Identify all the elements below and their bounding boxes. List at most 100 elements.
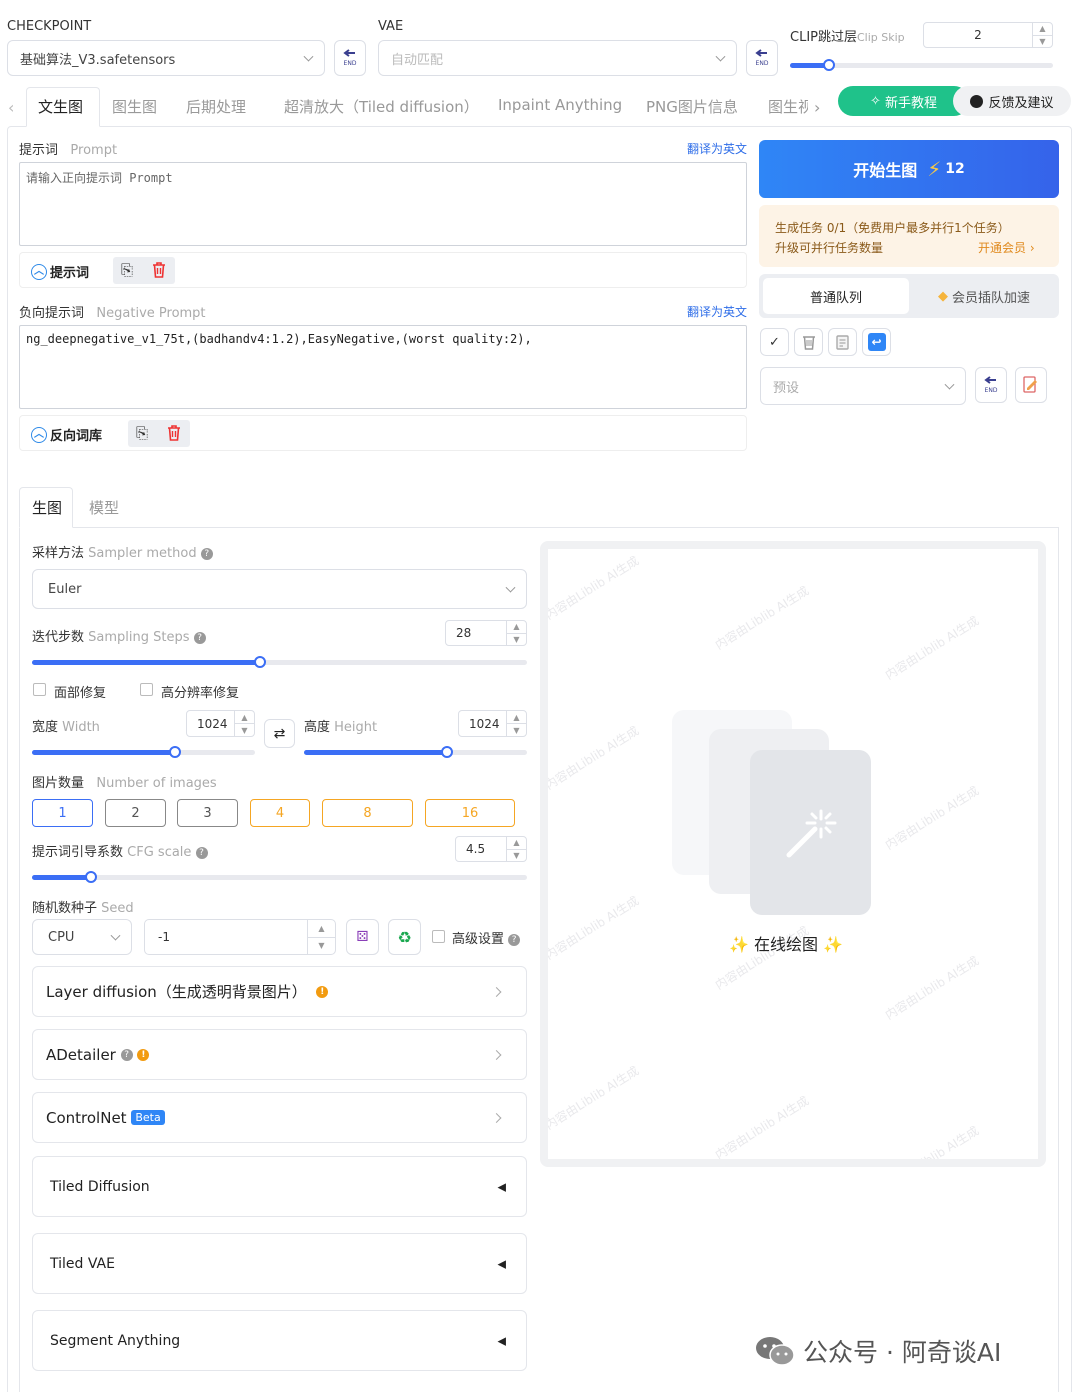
queue-normal-option[interactable]: 普通队列 bbox=[763, 278, 909, 314]
batch-option-1[interactable]: 1 bbox=[32, 799, 93, 827]
cfg-slider[interactable] bbox=[32, 875, 527, 880]
upgrade-text: 升级可并行任务数量 bbox=[775, 241, 884, 255]
tabs-scroll-right-icon[interactable]: › bbox=[814, 98, 820, 117]
batch-option-2[interactable]: 2 bbox=[105, 799, 166, 827]
watermark: 内容由Liblib AI生成 bbox=[542, 553, 642, 623]
cfg-slider-knob[interactable] bbox=[85, 871, 97, 883]
help-icon: ? bbox=[120, 1048, 133, 1061]
decrement-icon[interactable]: ▼ bbox=[235, 723, 254, 736]
vip-link[interactable]: 开通会员 › bbox=[978, 239, 1035, 256]
negative-toggle[interactable]: ︿ 反向词库 bbox=[31, 425, 102, 444]
seed-device-select[interactable]: CPU bbox=[32, 919, 132, 955]
steps-slider-knob[interactable] bbox=[254, 656, 266, 668]
decrement-icon[interactable]: ▼ bbox=[507, 848, 526, 862]
cfg-input[interactable]: 4.5 ▲ ▼ bbox=[455, 836, 527, 862]
checkpoint-end-button[interactable]: END bbox=[334, 40, 366, 76]
batch-option-8[interactable]: 8 bbox=[322, 799, 413, 827]
prompt-textarea[interactable]: 请输入正向提示词 Prompt bbox=[19, 162, 747, 246]
reuse-seed-button[interactable]: ♻ bbox=[388, 919, 421, 955]
negative-translate-link[interactable]: 翻译为英文 bbox=[687, 303, 747, 320]
chevron-down-icon bbox=[505, 582, 516, 593]
width-slider-knob[interactable] bbox=[169, 746, 181, 758]
feedback-button[interactable]: 反馈及建议 bbox=[953, 86, 1071, 116]
negative-prompt-textarea[interactable]: ng_deepnegative_v1_75t,(badhandv4:1.2),E… bbox=[19, 325, 747, 409]
clear-button[interactable] bbox=[794, 328, 823, 356]
tab-img2img[interactable]: 图生图 bbox=[112, 96, 157, 117]
clipboard-button[interactable] bbox=[828, 328, 857, 356]
preset-end-button[interactable]: END bbox=[975, 367, 1007, 403]
tab-postprocess[interactable]: 后期处理 bbox=[186, 96, 246, 117]
batch-option-16[interactable]: 16 bbox=[425, 799, 515, 827]
tiled-diffusion-panel[interactable]: Tiled Diffusion ◀ bbox=[32, 1156, 527, 1217]
sampler-select[interactable]: Euler bbox=[32, 569, 527, 609]
clip-skip-input[interactable]: 2 ▲ ▼ bbox=[923, 22, 1053, 48]
trash-icon[interactable] bbox=[152, 261, 166, 278]
trash-icon[interactable] bbox=[167, 424, 181, 441]
clip-skip-stepper[interactable]: ▲ ▼ bbox=[1032, 23, 1052, 47]
decrement-icon[interactable]: ▼ bbox=[308, 936, 335, 955]
clip-skip-slider-knob[interactable] bbox=[823, 59, 835, 71]
cfg-stepper[interactable]: ▲ ▼ bbox=[506, 837, 526, 861]
increment-icon[interactable]: ▲ bbox=[507, 837, 526, 849]
subtab-model[interactable]: 模型 bbox=[89, 497, 119, 518]
face-fix-checkbox[interactable] bbox=[33, 683, 46, 696]
layer-diffusion-panel[interactable]: Layer diffusion（生成透明背景图片） ! bbox=[32, 966, 527, 1017]
chat-bubble-icon bbox=[970, 94, 984, 108]
batch-option-3[interactable]: 3 bbox=[177, 799, 238, 827]
height-input[interactable]: 1024 ▲ ▼ bbox=[458, 710, 527, 737]
tabs-scroll-left-icon[interactable]: ‹ bbox=[8, 98, 14, 117]
watermark: 内容由Liblib AI生成 bbox=[542, 1063, 642, 1133]
chevron-up-icon: ︿ bbox=[31, 426, 47, 443]
subtab-generate[interactable]: 生图 bbox=[32, 497, 62, 518]
batch-option-4[interactable]: 4 bbox=[250, 799, 310, 827]
queue-vip-option[interactable]: ◆ 会员插队加速 bbox=[913, 278, 1055, 314]
end-arrow-icon: END bbox=[343, 49, 357, 67]
height-stepper[interactable]: ▲ ▼ bbox=[506, 711, 526, 736]
increment-icon[interactable]: ▲ bbox=[507, 711, 526, 723]
copy-icon[interactable]: ⎘ bbox=[121, 261, 133, 279]
seed-stepper[interactable]: ▲ ▼ bbox=[307, 920, 335, 954]
restore-button[interactable]: ↩ bbox=[862, 328, 891, 356]
prompt-translate-link[interactable]: 翻译为英文 bbox=[687, 140, 747, 157]
copy-icon[interactable]: ⎘ bbox=[136, 424, 148, 442]
seed-input[interactable]: -1 ▲ ▼ bbox=[144, 919, 336, 955]
watermark: 内容由Liblib AI生成 bbox=[712, 583, 812, 653]
swap-dimensions-button[interactable]: ⇄ bbox=[264, 719, 295, 748]
decrement-icon[interactable]: ▼ bbox=[507, 723, 526, 736]
height-slider-knob[interactable] bbox=[441, 746, 453, 758]
generate-button[interactable]: 开始生图 ⚡ 12 bbox=[759, 140, 1059, 198]
hires-fix-checkbox[interactable] bbox=[140, 683, 153, 696]
height-slider-fill bbox=[304, 750, 447, 755]
controlnet-panel[interactable]: ControlNet Beta bbox=[32, 1092, 527, 1143]
width-input[interactable]: 1024 ▲ ▼ bbox=[186, 710, 255, 737]
vae-select[interactable]: 自动匹配 bbox=[378, 40, 737, 76]
apply-style-button[interactable]: ✓ bbox=[760, 328, 789, 356]
width-stepper[interactable]: ▲ ▼ bbox=[234, 711, 254, 736]
tab-inpaint-anything[interactable]: Inpaint Anything bbox=[498, 96, 622, 114]
tab-tiled-diffusion[interactable]: 超清放大（Tiled diffusion） bbox=[284, 96, 479, 117]
increment-icon[interactable]: ▲ bbox=[235, 711, 254, 723]
tiled-vae-panel[interactable]: Tiled VAE ◀ bbox=[32, 1233, 527, 1294]
decrement-icon[interactable]: ▼ bbox=[1033, 34, 1052, 48]
collapse-triangle-icon: ◀ bbox=[497, 1334, 506, 1347]
tab-txt2img[interactable]: 文生图 bbox=[38, 96, 83, 117]
random-seed-button[interactable]: ⚄ bbox=[346, 919, 379, 955]
tab-png-info[interactable]: PNG图片信息 bbox=[646, 96, 738, 117]
preset-select[interactable]: 预设 bbox=[760, 367, 966, 405]
checkpoint-select[interactable]: 基础算法_V3.safetensors bbox=[7, 40, 325, 76]
advanced-settings-checkbox[interactable] bbox=[432, 930, 445, 943]
adetailer-panel[interactable]: ADetailer ? ! bbox=[32, 1029, 527, 1080]
steps-stepper[interactable]: ▲ ▼ bbox=[506, 621, 526, 645]
increment-icon[interactable]: ▲ bbox=[1033, 23, 1052, 35]
tutorial-button[interactable]: ✧ 新手教程 bbox=[838, 86, 969, 116]
tab-img2video[interactable]: 图生视 bbox=[768, 96, 808, 117]
decrement-icon[interactable]: ▼ bbox=[507, 632, 526, 646]
clip-skip-label: CLIP跳过层Clip Skip bbox=[790, 30, 905, 45]
increment-icon[interactable]: ▲ bbox=[308, 920, 335, 937]
vae-end-button[interactable]: END bbox=[746, 40, 778, 76]
prompt-toggle[interactable]: ︿ 提示词 bbox=[31, 262, 89, 281]
preset-edit-button[interactable] bbox=[1015, 367, 1047, 403]
steps-input[interactable]: 28 ▲ ▼ bbox=[445, 620, 527, 646]
increment-icon[interactable]: ▲ bbox=[507, 621, 526, 633]
segment-anything-panel[interactable]: Segment Anything ◀ bbox=[32, 1310, 527, 1371]
